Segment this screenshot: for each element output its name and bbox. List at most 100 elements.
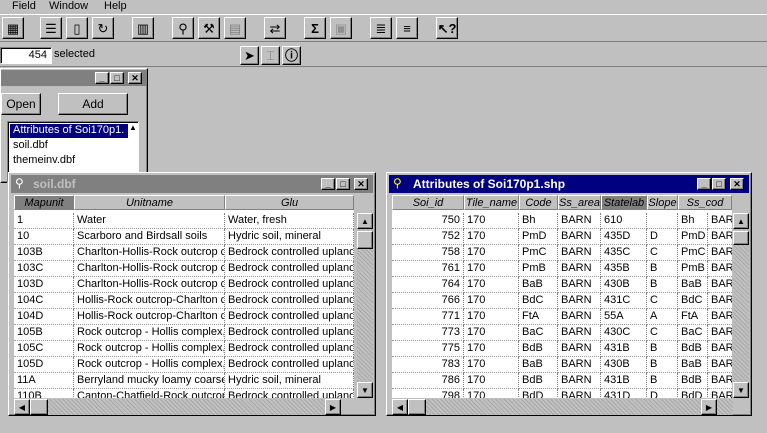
table-cell[interactable]: 430B <box>601 277 647 293</box>
table-cell[interactable]: C <box>647 293 678 309</box>
close-button[interactable]: ✕ <box>128 72 142 84</box>
close-button[interactable]: ✕ <box>354 178 368 190</box>
table-cell[interactable]: BaB <box>678 357 708 373</box>
table-cell[interactable]: BdC <box>678 293 708 309</box>
table-cell[interactable]: PmC <box>519 245 558 261</box>
table-cell[interactable]: D <box>647 389 678 398</box>
table-cell[interactable]: B <box>647 341 678 357</box>
table-cell[interactable]: BARN <box>558 277 601 293</box>
table-cell[interactable]: Charlton-Hollis-Rock outcrop co <box>74 245 225 261</box>
table-cell[interactable]: BARN <box>708 293 732 309</box>
table-cell[interactable]: BARN <box>558 245 601 261</box>
maximize-button[interactable]: □ <box>110 72 124 84</box>
table-cell[interactable]: 752 <box>392 229 464 245</box>
table-cell[interactable]: BARN <box>708 229 732 245</box>
table-cell[interactable]: 786 <box>392 373 464 389</box>
table-cell[interactable]: 105B <box>14 325 74 341</box>
table-cell[interactable]: Bedrock controlled upland <box>225 261 354 277</box>
table-cell[interactable]: Bh <box>678 213 708 229</box>
scroll-down-button[interactable]: ▼ <box>357 382 373 398</box>
chart-button[interactable]: ▥ <box>132 17 154 39</box>
vertical-scrollbar[interactable]: ▲ ▼ <box>733 213 749 398</box>
help-button[interactable]: ↖? <box>436 17 458 39</box>
table-cell[interactable]: BARN <box>558 357 601 373</box>
table-cell[interactable]: 10 <box>14 229 74 245</box>
edit-tool-button[interactable]: ⌶ <box>261 46 280 65</box>
table-cell[interactable]: BARN <box>708 213 732 229</box>
table-cell[interactable]: BARN <box>708 389 732 398</box>
scroll-thumb[interactable] <box>733 231 749 245</box>
table-cell[interactable]: C <box>647 245 678 261</box>
table-cell[interactable]: Charlton-Hollis-Rock outcrop co <box>74 261 225 277</box>
table-cell[interactable]: 170 <box>464 325 519 341</box>
scroll-up-button[interactable]: ▲ <box>733 213 749 229</box>
table-cell[interactable]: Rock outcrop - Hollis complex, <box>74 357 225 373</box>
table-cell[interactable]: BdB <box>519 341 558 357</box>
table-cell[interactable]: PmB <box>519 261 558 277</box>
table-cell[interactable]: 431D <box>601 389 647 398</box>
table-cell[interactable]: B <box>647 373 678 389</box>
column-header[interactable]: Soi_id <box>392 195 464 210</box>
table-cell[interactable]: 170 <box>464 277 519 293</box>
switch-selection-button[interactable]: ↻ <box>92 17 114 39</box>
table-cell[interactable]: Hydric soil, mineral <box>225 373 354 389</box>
table-cell[interactable]: Rock outcrop - Hollis complex, <box>74 341 225 357</box>
table-cell[interactable]: 170 <box>464 261 519 277</box>
column-header[interactable]: Tile_name <box>464 195 519 210</box>
table-cell[interactable]: BdB <box>678 341 708 357</box>
table-cell[interactable]: Bedrock controlled upland <box>225 357 354 373</box>
table-cell[interactable]: 761 <box>392 261 464 277</box>
query-button[interactable]: ⚒ <box>198 17 220 39</box>
table-cell[interactable]: D <box>647 229 678 245</box>
table-cell[interactable]: 430C <box>601 325 647 341</box>
menu-window[interactable]: Window <box>49 0 88 13</box>
table-cell[interactable]: Berryland mucky loamy coarse <box>74 373 225 389</box>
table-cell[interactable]: 170 <box>464 229 519 245</box>
table-cell[interactable]: PmB <box>678 261 708 277</box>
table-cell[interactable]: 55A <box>601 309 647 325</box>
maximize-button[interactable]: □ <box>336 178 350 190</box>
statistics-button[interactable]: Σ <box>304 17 326 39</box>
table-cell[interactable]: Scarboro and Birdsall soils <box>74 229 225 245</box>
table-cell[interactable]: 435B <box>601 261 647 277</box>
minimize-button[interactable]: _ <box>321 178 335 190</box>
scroll-right-button[interactable]: ▶ <box>701 399 717 415</box>
table-cell[interactable]: 773 <box>392 325 464 341</box>
promote-button[interactable]: ▤ <box>224 17 246 39</box>
sort-ascending-button[interactable]: ≣ <box>370 17 392 39</box>
table-cell[interactable]: BARN <box>708 261 732 277</box>
table-cell[interactable]: C <box>647 325 678 341</box>
table-cell[interactable]: BARN <box>708 277 732 293</box>
table-cell[interactable]: 431C <box>601 293 647 309</box>
table-cell[interactable]: Bedrock controlled upland <box>225 277 354 293</box>
table-cell[interactable]: 775 <box>392 341 464 357</box>
table-cell[interactable]: BARN <box>708 325 732 341</box>
close-button[interactable]: ✕ <box>730 178 744 190</box>
join-button[interactable]: ⇄ <box>264 17 286 39</box>
table-cell[interactable]: B <box>647 261 678 277</box>
table-cell[interactable]: BaB <box>519 357 558 373</box>
table-cell[interactable]: Canton-Chatfield-Rock outcrop <box>74 389 225 398</box>
open-button[interactable]: Open <box>1 93 41 115</box>
table-cell[interactable]: 431B <box>601 373 647 389</box>
column-header[interactable]: Statelab <box>601 195 647 210</box>
table-cell[interactable]: 758 <box>392 245 464 261</box>
table-cell[interactable]: Hollis-Rock outcrop-Charlton co <box>74 293 225 309</box>
column-header[interactable]: Code <box>519 195 558 210</box>
table-cell[interactable]: BARN <box>558 213 601 229</box>
table-cell[interactable]: Rock outcrop - Hollis complex, <box>74 325 225 341</box>
table-cell[interactable]: 110B <box>14 389 74 398</box>
pointer-tool-button[interactable]: ➤ <box>240 46 259 65</box>
table-properties-button[interactable]: ▦ <box>2 17 24 39</box>
table-cell[interactable]: 771 <box>392 309 464 325</box>
table-cell[interactable]: 170 <box>464 309 519 325</box>
horizontal-scrollbar[interactable]: ◀ ▶ <box>14 399 341 415</box>
find-button[interactable]: ⚲ <box>172 17 194 39</box>
column-header[interactable]: Slope <box>647 195 678 210</box>
list-item[interactable]: themeinv.dbf <box>10 154 75 167</box>
scroll-left-button[interactable]: ◀ <box>14 399 30 415</box>
maximize-button[interactable]: □ <box>712 178 726 190</box>
table-cell[interactable]: 798 <box>392 389 464 398</box>
table-cell[interactable]: Water <box>74 213 225 229</box>
scroll-left-button[interactable]: ◀ <box>392 399 408 415</box>
